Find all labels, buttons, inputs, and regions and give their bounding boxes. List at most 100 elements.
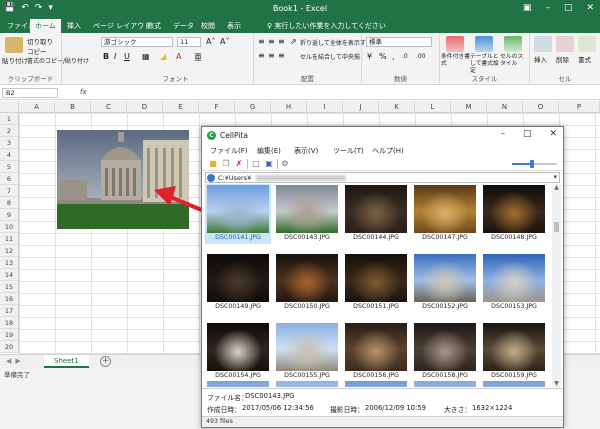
column-header[interactable]: F [199,101,235,113]
bold-icon[interactable]: B [103,52,109,61]
orientation-icon[interactable]: ⇗ [290,37,297,46]
row-header[interactable]: 20 [0,341,18,353]
chevron-down-icon[interactable]: ▾ [553,173,557,181]
path-field[interactable]: C:¥Users¥ ▾ [205,172,560,183]
cell-styles-icon[interactable] [504,36,522,52]
format-cells-icon[interactable] [578,36,596,52]
thumbnail-item[interactable]: DSC00147.JPG [412,184,478,244]
row-header[interactable]: 10 [0,221,18,233]
image-view-icon[interactable]: ▣ [264,159,274,169]
thumbnail-item[interactable]: DSC00150.JPG [274,253,340,313]
thumbnail-item[interactable]: DSC00141.JPG [205,184,271,244]
thumbnail-item[interactable]: DSC00148.JPG [481,184,547,244]
grow-font-icon[interactable]: A˄ [206,37,215,46]
fill-color-icon[interactable]: ◢ [160,52,166,61]
row-header[interactable]: 16 [0,293,18,305]
align-middle-icon[interactable]: ≡ [268,37,275,46]
delete-icon[interactable]: ✗ [234,159,244,169]
cut-button[interactable]: 切り取り [27,36,53,46]
insert-cells-icon[interactable] [534,36,552,52]
column-header[interactable]: E [163,101,199,113]
shrink-font-icon[interactable]: A˅ [220,37,229,46]
paste-icon[interactable] [5,37,23,53]
align-top-icon[interactable]: ≡ [258,37,265,46]
menu-file[interactable]: ファイル(F) [210,146,248,156]
scroll-up-icon[interactable]: ▲ [552,184,561,191]
merge-center-button[interactable]: セルを結合して中央揃え [300,52,360,61]
tell-me-box[interactable]: ♀ 実行したい作業を入力してください [267,19,386,33]
thumbnail-item[interactable]: DSC00144.JPG [343,184,409,244]
row-header[interactable]: 3 [0,137,18,149]
sheet-tab-sheet1[interactable]: Sheet1 [44,355,89,368]
copy-file-icon[interactable]: ❐ [221,159,231,169]
phonetic-icon[interactable]: 亜 [194,52,202,63]
column-header[interactable]: M [451,101,487,113]
row-header[interactable]: 17 [0,305,18,317]
format-as-table-button[interactable]: テーブルとして書式設定 [470,54,500,75]
row-header[interactable]: 13 [0,257,18,269]
thumbnail-item[interactable]: DSC00152.JPG [412,253,478,313]
align-right-icon[interactable]: ≡ [278,51,285,60]
font-name-select[interactable]: 游ゴシック [101,37,173,47]
ribbon-display-icon[interactable]: ▣ [523,3,532,13]
menu-edit[interactable]: 編集(E) [257,146,281,156]
insert-cells-button[interactable]: 挿入 [534,54,547,64]
decrease-decimal-icon[interactable]: .00 [416,53,426,60]
column-header[interactable]: H [271,101,307,113]
thumbnail-item[interactable]: DSC00153.JPG [481,253,547,313]
font-color-icon[interactable]: A [176,52,181,61]
comma-icon[interactable]: , [392,52,395,61]
row-header[interactable]: 19 [0,329,18,341]
row-header[interactable]: 18 [0,317,18,329]
italic-icon[interactable]: I [114,52,116,61]
column-header[interactable]: L [415,101,451,113]
name-box[interactable]: B2 [2,88,58,98]
minimize-icon[interactable]: – [500,129,505,139]
settings-gear-icon[interactable]: ⚙ [280,159,290,169]
font-size-select[interactable]: 11 [177,37,201,47]
increase-decimal-icon[interactable]: .0 [402,53,408,60]
row-header[interactable]: 15 [0,281,18,293]
thumbnail-size-handle[interactable] [530,160,535,168]
close-icon[interactable]: ✕ [549,129,557,139]
thumbnail-item[interactable]: DSC00143.JPG [274,184,340,244]
thumbnail-item[interactable]: DSC00154.JPG [205,322,271,382]
tab-review[interactable]: 校閲 [196,19,220,33]
row-header[interactable]: 14 [0,269,18,281]
row-header[interactable]: 7 [0,185,18,197]
row-header[interactable]: 9 [0,209,18,221]
percent-icon[interactable]: % [379,52,387,61]
maximize-icon[interactable]: □ [564,3,573,13]
scroll-down-icon[interactable]: ▼ [552,380,561,387]
thumbnail-item[interactable] [481,380,547,387]
row-header[interactable]: 4 [0,149,18,161]
column-header[interactable]: D [127,101,163,113]
thumbnail-item[interactable]: DSC00156.JPG [343,322,409,382]
menu-help[interactable]: ヘルプ(H) [372,146,404,156]
scroll-thumb[interactable] [554,222,559,232]
row-header[interactable]: 11 [0,233,18,245]
row-header[interactable]: 5 [0,161,18,173]
minimize-icon[interactable]: – [545,3,550,13]
conditional-format-button[interactable]: 条件付き書式 [441,54,471,68]
format-table-icon[interactable] [475,36,493,52]
row-header[interactable]: 1 [0,113,18,125]
thumbnail-item[interactable]: DSC00158.JPG [412,322,478,382]
align-left-icon[interactable]: ≡ [258,51,265,60]
format-painter-button[interactable]: 書式のコピー/貼り付け [27,56,89,65]
tab-home[interactable]: ホーム [30,19,61,33]
column-header[interactable]: P [559,101,600,113]
function-icon[interactable]: fx [80,88,87,96]
format-cells-button[interactable]: 書式 [578,54,591,64]
column-header[interactable]: O [523,101,559,113]
select-all-corner[interactable] [0,101,19,113]
copy-button[interactable]: コピー [27,46,47,56]
thumbnail-item[interactable]: DSC00159.JPG [481,322,547,382]
thumbnail-item[interactable]: DSC00149.JPG [205,253,271,313]
column-header[interactable]: N [487,101,523,113]
thumbnail-item[interactable] [412,380,478,387]
thumbnail-item[interactable]: DSC00151.JPG [343,253,409,313]
menu-view[interactable]: 表示(V) [294,146,318,156]
tab-insert[interactable]: 挿入 [62,19,86,33]
thumbnail-scrollbar[interactable]: ▲ ▼ [552,184,561,387]
